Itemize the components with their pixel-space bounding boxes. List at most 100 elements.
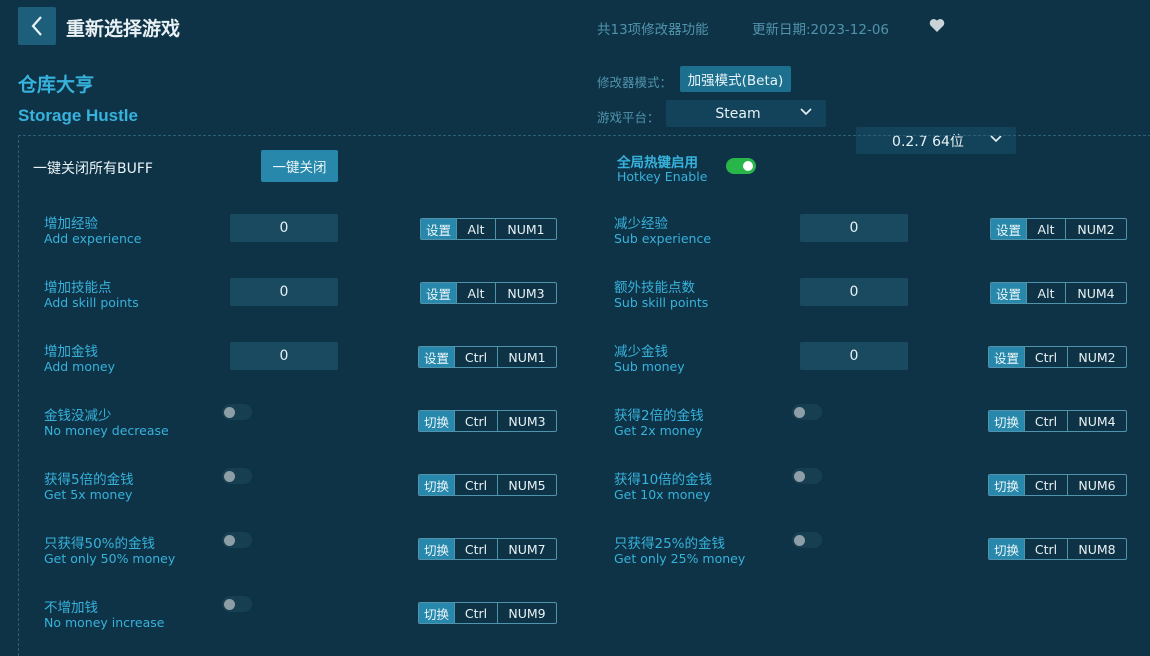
feature-toggle[interactable] xyxy=(792,404,822,420)
feature-value-input[interactable]: 0 xyxy=(230,214,338,242)
toggle-knob xyxy=(794,407,805,418)
feature-hotkey[interactable]: 切换 Ctrl NUM7 xyxy=(418,538,558,560)
chevron-left-icon xyxy=(31,16,42,36)
hotkey-key: NUM5 xyxy=(497,475,556,495)
hotkey-modifier: Alt xyxy=(456,283,495,303)
feature-hotkey[interactable]: 设置 Alt NUM2 xyxy=(990,218,1128,240)
feature-label-cn: 金钱没减少 xyxy=(44,408,112,424)
back-button[interactable] xyxy=(18,7,56,45)
feature-label-en: Get only 25% money xyxy=(614,551,746,566)
hotkey-modifier: Ctrl xyxy=(1024,411,1067,431)
feature-label-en: Sub experience xyxy=(614,231,712,246)
hotkey-action-button[interactable]: 设置 xyxy=(991,219,1027,239)
hotkey-action-button[interactable]: 设置 xyxy=(421,283,457,303)
feature-hotkey[interactable]: 切换 Ctrl NUM9 xyxy=(418,602,558,624)
hotkey-action-button[interactable]: 设置 xyxy=(419,347,455,367)
platform-label: 游戏平台： xyxy=(597,110,660,125)
feature-hotkey[interactable]: 设置 Alt NUM1 xyxy=(420,218,558,240)
feature-label-en: Sub money xyxy=(614,359,685,374)
feature-hotkey[interactable]: 切换 Ctrl NUM5 xyxy=(418,474,558,496)
feature-label-en: Sub skill points xyxy=(614,295,709,310)
feature-label-cn: 减少经验 xyxy=(614,216,668,232)
feature-toggle[interactable] xyxy=(222,532,252,548)
feature-value-input[interactable]: 0 xyxy=(230,342,338,370)
close-all-button[interactable]: 一键关闭 xyxy=(261,150,338,182)
hotkey-enable-toggle[interactable] xyxy=(726,158,756,174)
feature-label-en: Add skill points xyxy=(44,295,139,310)
hotkey-key: NUM2 xyxy=(1067,347,1126,367)
feature-label-en: Add experience xyxy=(44,231,142,246)
feature-hotkey[interactable]: 设置 Alt NUM4 xyxy=(990,282,1128,304)
toggle-knob xyxy=(224,407,235,418)
feature-toggle[interactable] xyxy=(222,468,252,484)
feature-hotkey[interactable]: 切换 Ctrl NUM3 xyxy=(418,410,558,432)
feature-toggle[interactable] xyxy=(792,532,822,548)
feature-label-en: Get 10x money xyxy=(614,487,711,502)
feature-label-cn: 只获得25%的金钱 xyxy=(614,536,726,552)
hotkey-key: NUM6 xyxy=(1067,475,1126,495)
hotkey-modifier: Ctrl xyxy=(454,603,497,623)
feature-hotkey[interactable]: 切换 Ctrl NUM4 xyxy=(988,410,1128,432)
platform-select[interactable]: Steam xyxy=(666,100,826,127)
feature-value-input[interactable]: 0 xyxy=(800,278,908,306)
feature-label-en: Get 2x money xyxy=(614,423,703,438)
toggle-knob xyxy=(743,161,753,171)
feature-label-cn: 获得2倍的金钱 xyxy=(614,408,704,424)
feature-hotkey[interactable]: 设置 Ctrl NUM1 xyxy=(418,346,558,368)
feature-label-cn: 不增加钱 xyxy=(44,600,98,616)
feature-label-cn: 获得5倍的金钱 xyxy=(44,472,134,488)
hotkey-key: NUM4 xyxy=(1067,411,1126,431)
mode-label: 修改器模式： xyxy=(597,75,673,90)
hotkey-key: NUM1 xyxy=(497,347,556,367)
hotkey-action-button[interactable]: 切换 xyxy=(419,475,455,495)
hotkey-key: NUM3 xyxy=(495,283,556,303)
hotkey-action-button[interactable]: 设置 xyxy=(421,219,457,239)
mode-button[interactable]: 加强模式(Beta) xyxy=(680,66,791,92)
toggle-knob xyxy=(794,535,805,546)
feature-hotkey[interactable]: 设置 Alt NUM3 xyxy=(420,282,558,304)
hotkey-modifier: Ctrl xyxy=(454,347,497,367)
heart-icon xyxy=(929,19,945,32)
hotkey-action-button[interactable]: 切换 xyxy=(989,411,1025,431)
hotkey-action-button[interactable]: 设置 xyxy=(991,283,1027,303)
hotkey-modifier: Ctrl xyxy=(454,539,497,559)
hotkey-enable-label-cn: 全局热键启用 xyxy=(617,155,698,171)
feature-hotkey[interactable]: 切换 Ctrl NUM8 xyxy=(988,538,1128,560)
hotkey-modifier: Ctrl xyxy=(1024,539,1067,559)
hotkey-modifier: Alt xyxy=(1026,219,1065,239)
hotkey-modifier: Alt xyxy=(1026,283,1065,303)
feature-toggle[interactable] xyxy=(222,404,252,420)
feature-label-cn: 增加经验 xyxy=(44,216,98,232)
back-title: 重新选择游戏 xyxy=(66,18,181,40)
feature-label-en: Get only 50% money xyxy=(44,551,176,566)
feature-hotkey[interactable]: 切换 Ctrl NUM6 xyxy=(988,474,1128,496)
hotkey-action-button[interactable]: 切换 xyxy=(989,539,1025,559)
feature-label-en: Get 5x money xyxy=(44,487,133,502)
close-all-label: 一键关闭所有BUFF xyxy=(33,161,153,177)
hotkey-action-button[interactable]: 切换 xyxy=(419,603,455,623)
feature-toggle[interactable] xyxy=(222,596,252,612)
hotkey-action-button[interactable]: 切换 xyxy=(419,539,455,559)
hotkey-modifier: Ctrl xyxy=(1024,347,1067,367)
game-title-en: Storage Hustle xyxy=(18,106,138,125)
hotkey-action-button[interactable]: 切换 xyxy=(419,411,455,431)
hotkey-action-button[interactable]: 设置 xyxy=(989,347,1025,367)
feature-value-input[interactable]: 0 xyxy=(230,278,338,306)
hotkey-action-button[interactable]: 切换 xyxy=(989,475,1025,495)
feature-label-en: No money decrease xyxy=(44,423,169,438)
toggle-knob xyxy=(224,535,235,546)
hotkey-enable-label-en: Hotkey Enable xyxy=(617,169,708,184)
hotkey-modifier: Ctrl xyxy=(454,411,497,431)
hotkey-key: NUM4 xyxy=(1065,283,1126,303)
feature-value-input[interactable]: 0 xyxy=(800,342,908,370)
chevron-down-icon xyxy=(800,108,812,116)
favorite-button[interactable] xyxy=(929,18,945,37)
feature-label-cn: 减少金钱 xyxy=(614,344,668,360)
hotkey-key: NUM8 xyxy=(1067,539,1126,559)
feature-toggle[interactable] xyxy=(792,468,822,484)
feature-hotkey[interactable]: 设置 Ctrl NUM2 xyxy=(988,346,1128,368)
feature-value-input[interactable]: 0 xyxy=(800,214,908,242)
update-date: 更新日期:2023-12-06 xyxy=(752,22,890,38)
hotkey-key: NUM7 xyxy=(497,539,556,559)
game-title-cn: 仓库大亨 xyxy=(18,74,95,96)
